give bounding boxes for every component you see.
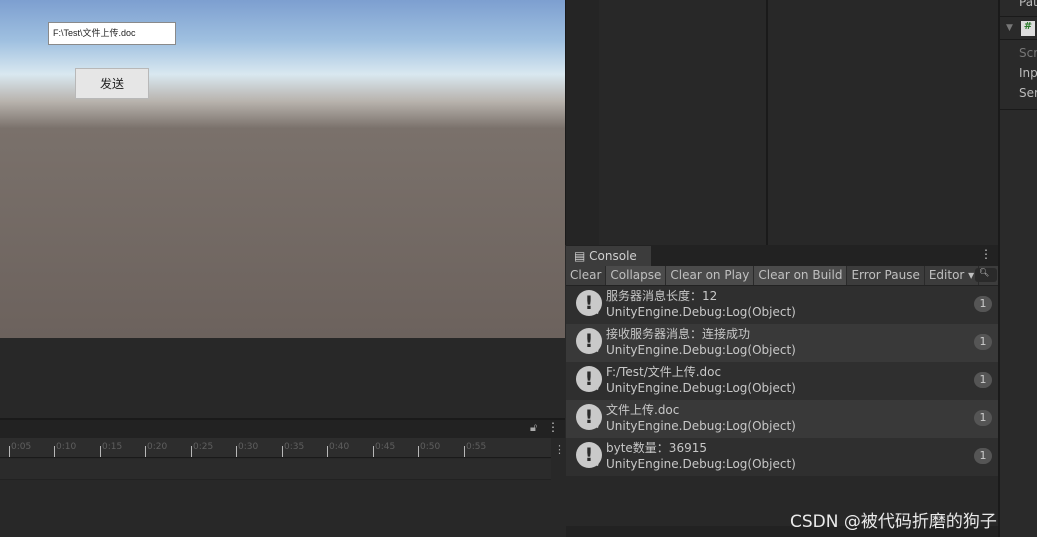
panel-gutter [566,0,599,245]
inspector-field-label: Inp [1019,66,1037,80]
timeline-tick: 0:50 [417,442,441,457]
timeline-tick: 0:25 [190,442,214,457]
count-badge: 1 [974,372,992,388]
lock-icon[interactable]: 🔓︎ [530,421,537,435]
inspector-field-label: Pat [1019,0,1037,9]
search-icon[interactable]: 🔍︎ [975,268,997,282]
timeline-tick: 0:20 [144,442,168,457]
log-entry[interactable]: ! 接收服务器消息：连接成功 UnityEngine.Debug:Log(Objec… [566,324,998,362]
console-toolbar: Clear Collapse Clear on Play Clear on Bu… [566,266,998,286]
editor-dropdown[interactable]: Editor ▾ [925,266,980,285]
more-menu-icon[interactable]: ⋮ [547,420,559,434]
warning-icon: ! [576,366,602,392]
script-icon: # [1021,21,1035,36]
timeline-tick: 0:15 [99,442,123,457]
warning-icon: ! [576,442,602,468]
warning-icon: ! [576,290,602,316]
foldout-arrow-icon[interactable]: ▼ [1006,23,1013,33]
divider [1000,39,1037,40]
log-entry[interactable]: ! 服务器消息长度：12 UnityEngine.Debug:Log(Object)… [566,286,998,324]
count-badge: 1 [974,410,992,426]
inspector-field-label: Scr [1019,46,1037,60]
timeline-tick: 0:45 [372,442,396,457]
collapse-toggle[interactable]: Collapse [606,266,667,285]
tab-console[interactable]: ▤ Console [566,246,651,266]
console-log-list[interactable]: ! 服务器消息长度：12 UnityEngine.Debug:Log(Object)… [566,286,998,526]
panel-divider[interactable] [766,0,768,245]
count-badge: 1 [974,334,992,350]
clear-on-build-toggle[interactable]: Clear on Build [754,266,848,285]
tab-label: Console [589,249,637,263]
divider [1000,109,1037,110]
timeline-tick: 0:05 [8,442,32,457]
more-menu-icon[interactable]: ⋮ [551,443,565,456]
log-entry[interactable]: ! 文件上传.doc UnityEngine.Debug:Log(Object) 1 [566,400,998,438]
inspector-panel: Pat ▼ # Scr Inp Ser [998,0,1037,537]
more-menu-icon[interactable]: ⋮ [980,247,992,261]
log-entry[interactable]: ! byte数量：36915 UnityEngine.Debug:Log(Objec… [566,438,998,476]
log-message: F:/Test/文件上传.doc [606,365,722,379]
clear-on-play-toggle[interactable]: Clear on Play [666,266,755,285]
log-trace: UnityEngine.Debug:Log(Object) [606,457,796,471]
log-message: byte数量：36915 [606,441,707,455]
console-icon: ▤ [574,249,586,263]
game-view[interactable] [0,0,565,338]
log-trace: UnityEngine.Debug:Log(Object) [606,381,796,395]
watermark: CSDN @被代码折磨的狗子 [790,512,997,532]
log-trace: UnityEngine.Debug:Log(Object) [606,305,796,319]
hierarchy-panel [565,0,998,245]
warning-icon: ! [576,328,602,354]
timeline-tick: 0:30 [235,442,259,457]
timeline-track[interactable] [0,459,551,480]
log-entry[interactable]: ! F:/Test/文件上传.doc UnityEngine.Debug:Log(O… [566,362,998,400]
log-trace: UnityEngine.Debug:Log(Object) [606,343,796,357]
timeline-header: 🔓︎ ⋮ [0,418,565,438]
error-pause-toggle[interactable]: Error Pause [847,266,925,285]
timeline-tick: 0:35 [281,442,305,457]
panel-background [0,338,565,418]
timeline-tick: 0:55 [463,442,487,457]
count-badge: 1 [974,296,992,312]
warning-icon: ! [576,404,602,430]
clear-button[interactable]: Clear [566,266,607,285]
timeline-tick: 0:40 [326,442,350,457]
log-message: 接收服务器消息：连接成功 [606,327,751,341]
log-trace: UnityEngine.Debug:Log(Object) [606,419,796,433]
timeline-tick: 0:10 [53,442,77,457]
timeline-side: ⋮ [551,438,565,537]
log-message: 服务器消息长度：12 [606,289,718,303]
inspector-field-label: Ser [1019,86,1037,100]
timeline-ruler[interactable]: 0:05 0:10 0:15 0:20 0:25 0:30 0:35 0:40 … [0,438,551,458]
count-badge: 1 [974,448,992,464]
divider [1000,16,1037,17]
send-button[interactable]: 发送 [75,68,149,99]
file-path-input[interactable]: F:\Test\文件上传.doc [48,22,176,45]
log-message: 文件上传.doc [606,403,680,417]
